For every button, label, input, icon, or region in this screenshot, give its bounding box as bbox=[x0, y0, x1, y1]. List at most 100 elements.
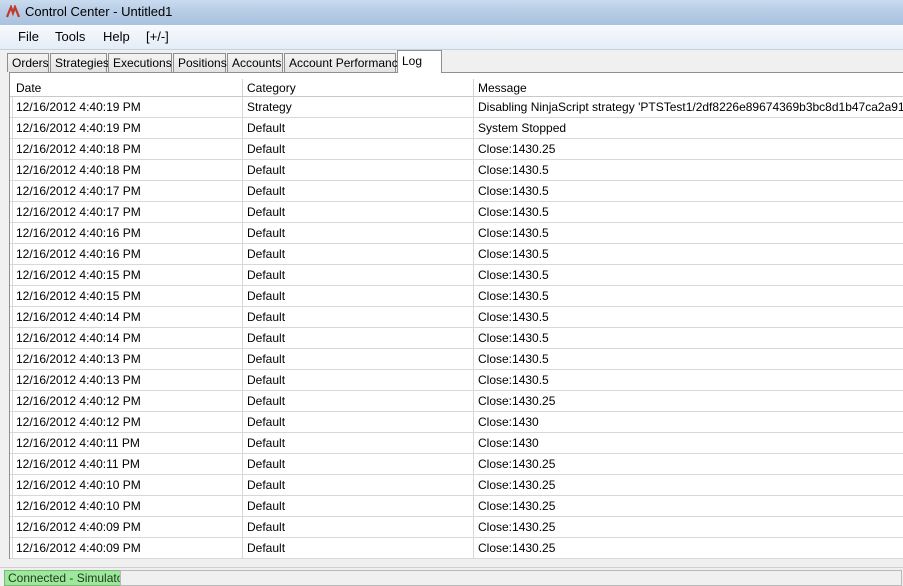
cell-message: Close:1430.5 bbox=[478, 184, 549, 198]
table-row[interactable]: 12/16/2012 4:40:14 PM Default Close:1430.5 bbox=[10, 307, 903, 328]
menu-help[interactable]: Help bbox=[103, 29, 130, 44]
cell-date: 12/16/2012 4:40:17 PM bbox=[16, 205, 141, 219]
cell-date: 12/16/2012 4:40:12 PM bbox=[16, 394, 141, 408]
table-row[interactable]: 12/16/2012 4:40:18 PM Default Close:1430.5 bbox=[10, 160, 903, 181]
cell-date: 12/16/2012 4:40:16 PM bbox=[16, 247, 141, 261]
table-row[interactable]: 12/16/2012 4:40:10 PM Default Close:1430.2… bbox=[10, 496, 903, 517]
cell-category: Default bbox=[247, 205, 286, 219]
tab-positions[interactable]: Positions bbox=[173, 53, 227, 72]
menu-bar: File Tools Help [+/-] bbox=[0, 25, 903, 50]
cell-message: Close:1430.25 bbox=[478, 541, 556, 555]
cell-date: 12/16/2012 4:40:14 PM bbox=[16, 310, 141, 324]
table-row[interactable]: 12/16/2012 4:40:11 PM Default Close:1430.2… bbox=[10, 454, 903, 475]
cell-category: Default bbox=[247, 478, 286, 492]
cell-message: Close:1430.25 bbox=[478, 499, 556, 513]
cell-date: 12/16/2012 4:40:13 PM bbox=[16, 373, 141, 387]
cell-message: System Stopped bbox=[478, 121, 567, 135]
tab-log[interactable]: Log bbox=[397, 50, 442, 73]
cell-message: Close:1430.5 bbox=[478, 163, 549, 177]
table-row[interactable]: 12/16/2012 4:40:16 PM Default Close:1430.5 bbox=[10, 244, 903, 265]
cell-category: Default bbox=[247, 499, 286, 513]
cell-category: Default bbox=[247, 289, 286, 303]
cell-message: Close:1430.25 bbox=[478, 457, 556, 471]
cell-date: 12/16/2012 4:40:17 PM bbox=[16, 184, 141, 198]
cell-date: 12/16/2012 4:40:18 PM bbox=[16, 142, 141, 156]
cell-message: Close:1430.5 bbox=[478, 226, 549, 240]
table-row[interactable]: 12/16/2012 4:40:19 PM Strategy Disabling N… bbox=[10, 97, 903, 118]
table-row[interactable]: 12/16/2012 4:40:13 PM Default Close:1430.5 bbox=[10, 349, 903, 370]
table-row[interactable]: 12/16/2012 4:40:14 PM Default Close:1430.5 bbox=[10, 328, 903, 349]
cell-category: Default bbox=[247, 163, 286, 177]
cell-date: 12/16/2012 4:40:19 PM bbox=[16, 100, 141, 114]
table-row[interactable]: 12/16/2012 4:40:16 PM Default Close:1430.5 bbox=[10, 223, 903, 244]
cell-date: 12/16/2012 4:40:09 PM bbox=[16, 541, 141, 555]
table-row[interactable]: 12/16/2012 4:40:19 PM Default System Stopp… bbox=[10, 118, 903, 139]
connection-status: Connected - Simulator bbox=[4, 570, 132, 586]
cell-category: Default bbox=[247, 184, 286, 198]
cell-category: Default bbox=[247, 226, 286, 240]
cell-category: Default bbox=[247, 541, 286, 555]
cell-date: 12/16/2012 4:40:11 PM bbox=[16, 457, 140, 471]
table-row[interactable]: 12/16/2012 4:40:18 PM Default Close:1430.2… bbox=[10, 139, 903, 160]
cell-message: Close:1430.5 bbox=[478, 331, 549, 345]
tab-accounts[interactable]: Accounts bbox=[227, 53, 283, 72]
table-row[interactable]: 12/16/2012 4:40:17 PM Default Close:1430.5 bbox=[10, 202, 903, 223]
title-bar[interactable]: Control Center - Untitled1 bbox=[0, 0, 903, 25]
cell-date: 12/16/2012 4:40:10 PM bbox=[16, 478, 141, 492]
tab-account-performance[interactable]: Account Performance bbox=[284, 53, 404, 72]
status-bar: Connected - Simulator bbox=[0, 567, 903, 586]
menu-toggle-toolbar[interactable]: [+/-] bbox=[146, 29, 169, 44]
table-row[interactable]: 12/16/2012 4:40:15 PM Default Close:1430.5 bbox=[10, 265, 903, 286]
cell-category: Default bbox=[247, 436, 286, 450]
table-row[interactable]: 12/16/2012 4:40:09 PM Default Close:1430.2… bbox=[10, 517, 903, 538]
cell-message: Close:1430.25 bbox=[478, 142, 556, 156]
log-grid[interactable]: Date Category Message 12/16/2012 4:40:19… bbox=[9, 72, 903, 559]
column-divider[interactable] bbox=[242, 79, 243, 96]
cell-message: Close:1430.5 bbox=[478, 205, 549, 219]
cell-category: Default bbox=[247, 352, 286, 366]
cell-date: 12/16/2012 4:40:11 PM bbox=[16, 436, 140, 450]
status-panel bbox=[120, 570, 902, 586]
cell-category: Default bbox=[247, 373, 286, 387]
cell-date: 12/16/2012 4:40:14 PM bbox=[16, 331, 141, 345]
menu-file[interactable]: File bbox=[18, 29, 39, 44]
column-header-message[interactable]: Message bbox=[478, 81, 527, 95]
tab-orders[interactable]: Orders bbox=[7, 53, 49, 72]
cell-message: Close:1430.5 bbox=[478, 268, 549, 282]
cell-category: Default bbox=[247, 247, 286, 261]
cell-message: Close:1430.25 bbox=[478, 478, 556, 492]
cell-category: Default bbox=[247, 457, 286, 471]
cell-message: Close:1430.5 bbox=[478, 373, 549, 387]
cell-message: Close:1430 bbox=[478, 436, 539, 450]
column-header-category[interactable]: Category bbox=[247, 81, 296, 95]
cell-date: 12/16/2012 4:40:16 PM bbox=[16, 226, 141, 240]
table-row[interactable]: 12/16/2012 4:40:12 PM Default Close:1430 bbox=[10, 412, 903, 433]
tab-strategies[interactable]: Strategies bbox=[50, 53, 109, 72]
cell-message: Close:1430.5 bbox=[478, 352, 549, 366]
tab-executions[interactable]: Executions bbox=[108, 53, 172, 72]
cell-category: Default bbox=[247, 520, 286, 534]
cell-category: Default bbox=[247, 415, 286, 429]
column-divider[interactable] bbox=[473, 79, 474, 96]
cell-message: Close:1430.25 bbox=[478, 394, 556, 408]
table-row[interactable]: 12/16/2012 4:40:15 PM Default Close:1430.5 bbox=[10, 286, 903, 307]
column-gridline bbox=[242, 97, 243, 559]
cell-date: 12/16/2012 4:40:15 PM bbox=[16, 289, 141, 303]
cell-date: 12/16/2012 4:40:10 PM bbox=[16, 499, 141, 513]
column-header-date[interactable]: Date bbox=[16, 81, 41, 95]
table-row[interactable]: 12/16/2012 4:40:10 PM Default Close:1430.2… bbox=[10, 475, 903, 496]
table-row[interactable]: 12/16/2012 4:40:09 PM Default Close:1430.2… bbox=[10, 538, 903, 559]
grid-header: Date Category Message bbox=[10, 79, 903, 97]
menu-tools[interactable]: Tools bbox=[55, 29, 85, 44]
table-row[interactable]: 12/16/2012 4:40:13 PM Default Close:1430.5 bbox=[10, 370, 903, 391]
row-selector-edge bbox=[12, 97, 13, 559]
app-logo-icon bbox=[5, 5, 21, 18]
table-row[interactable]: 12/16/2012 4:40:17 PM Default Close:1430.5 bbox=[10, 181, 903, 202]
cell-category: Default bbox=[247, 310, 286, 324]
cell-date: 12/16/2012 4:40:19 PM bbox=[16, 121, 141, 135]
cell-message: Close:1430.5 bbox=[478, 310, 549, 324]
table-row[interactable]: 12/16/2012 4:40:11 PM Default Close:1430 bbox=[10, 433, 903, 454]
table-row[interactable]: 12/16/2012 4:40:12 PM Default Close:1430.2… bbox=[10, 391, 903, 412]
cell-message: Close:1430.5 bbox=[478, 247, 549, 261]
cell-category: Default bbox=[247, 331, 286, 345]
